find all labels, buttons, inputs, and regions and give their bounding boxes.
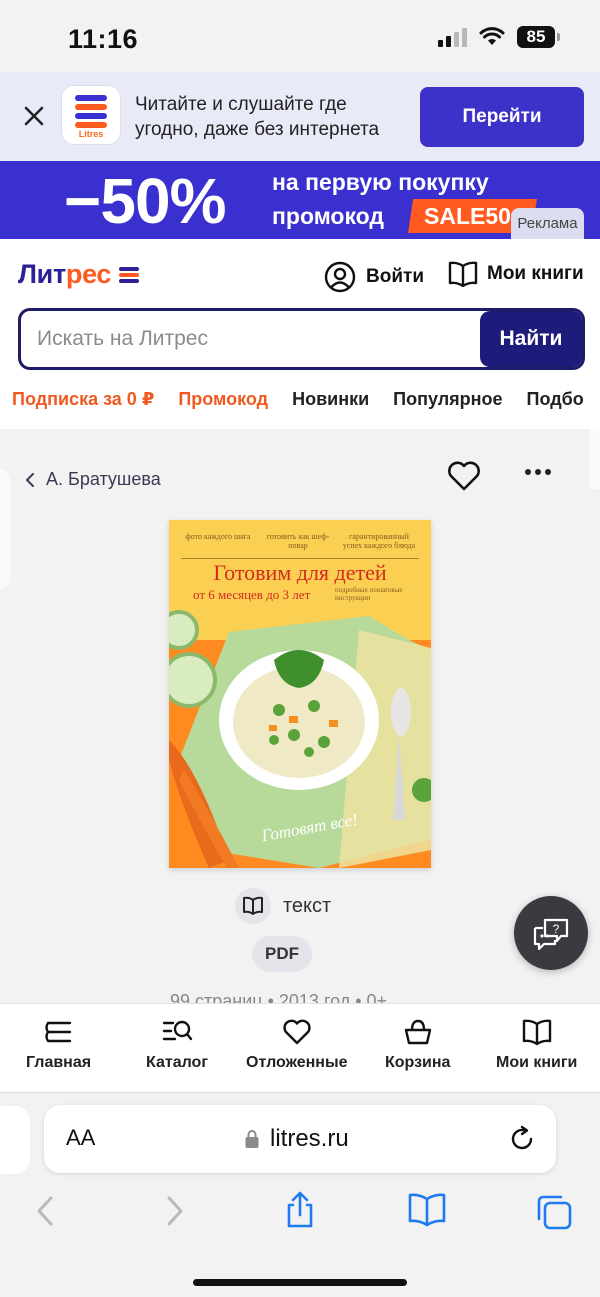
lock-icon [245,1130,259,1148]
reader-aa-button[interactable]: AA [66,1125,95,1151]
my-books-button[interactable]: Мои книги [448,261,584,287]
book-cover[interactable]: фото каждого шага готовить как шеф-повар… [169,520,431,868]
home-stack-icon [44,1021,71,1043]
heart-icon [283,1019,311,1045]
litres-app-logo: Litres [62,86,120,144]
chevron-left-icon [26,472,34,487]
litres-logo[interactable]: Литрес [18,259,140,290]
side-panel-edge [0,469,10,589]
battery-level: 85 [517,26,555,48]
promo-line2: промокод [272,203,385,229]
nav-new[interactable]: Новинки [292,389,369,410]
basket-icon [404,1019,431,1045]
reload-icon[interactable] [508,1125,536,1153]
tab-cart[interactable]: Корзина [385,1018,450,1072]
brand-name-part2: рес [65,259,112,289]
back-icon[interactable] [34,1193,56,1229]
nav-collections[interactable]: Подбо [527,389,584,410]
home-indicator [193,1279,407,1286]
tabs-icon[interactable] [535,1193,573,1231]
address-bar[interactable]: AA litres.ru [44,1105,556,1173]
close-icon[interactable] [20,102,48,130]
cellular-signal-icon [438,27,467,47]
tab-favorites-label: Отложенные [246,1054,348,1071]
banner-text: Читайте и слушайте где угодно, даже без … [135,94,380,140]
open-app-button[interactable]: Перейти [420,87,584,147]
tab-favorites[interactable]: Отложенные [246,1018,348,1072]
search-input[interactable] [37,311,477,367]
book-format-icon [235,888,271,924]
brand-mark-icon [119,265,140,285]
support-chat-button[interactable]: ? [514,896,588,970]
tab-catalog[interactable]: Каталог [146,1018,208,1072]
app-install-banner: Litres Читайте и слушайте где угодно, да… [0,72,600,161]
ad-label[interactable]: Реклама [511,208,584,239]
user-icon [324,261,356,293]
file-type-badge: PDF [252,936,312,972]
nav-subscription[interactable]: Подписка за 0 ₽ [12,389,154,410]
login-label: Войти [366,266,424,287]
author-breadcrumb[interactable]: А. Братушева [24,469,161,490]
promo-discount: −50% [64,165,226,237]
nav-promocode[interactable]: Промокод [178,389,268,410]
promo-banner[interactable]: −50% на первую покупку промокод SALE50 Р… [0,161,600,239]
bottom-tab-bar: Главная Каталог Отложенные Корзина Мои к… [0,1003,600,1092]
search-bar: Найти [18,308,585,370]
battery-icon: 85 [517,26,560,48]
author-name: А. Братушева [46,469,161,489]
catalog-search-icon [162,1020,193,1041]
url-display[interactable]: litres.ru [244,1125,349,1153]
app-logo-text: Litres [78,129,104,139]
open-book-icon [448,261,478,287]
status-bar: 11:16 85 [0,0,600,72]
more-options-icon[interactable] [525,469,551,475]
tab-home-label: Главная [26,1054,92,1071]
bookmarks-icon[interactable] [407,1193,447,1227]
tab-my-books[interactable]: Мои книги [496,1018,577,1072]
category-nav: Подписка за 0 ₽ Промокод Новинки Популяр… [12,389,584,410]
share-icon[interactable] [284,1191,316,1229]
heart-icon[interactable] [446,459,482,493]
url-text: litres.ru [270,1125,349,1152]
brand-name-part1: Лит [18,259,66,289]
svg-text:?: ? [553,922,560,936]
chat-help-icon: ? [533,918,569,951]
format-label: текст [283,894,332,917]
site-header: Литрес Войти Мои книги Найти Подписка за… [0,239,600,429]
wifi-icon [479,27,505,45]
status-time: 11:16 [68,24,139,54]
format-row: текст [235,888,331,924]
search-button[interactable]: Найти [480,311,582,367]
book-page: А. Братушева фото каждого шага готовить … [0,429,600,1003]
promo-line1: на первую покупку [272,169,489,195]
previous-tab-peek[interactable] [0,1106,30,1174]
tab-home[interactable]: Главная [26,1018,91,1072]
cover-illustration [169,610,431,868]
status-icons: 85 [438,26,560,48]
tab-my-books-label: Мои книги [496,1054,578,1071]
login-button[interactable]: Войти [324,261,424,293]
open-book-icon [522,1019,551,1046]
tab-catalog-label: Каталог [146,1054,208,1071]
nav-popular[interactable]: Популярное [393,389,502,410]
book-meta: 99 страниц • 2013 год • 0+ [170,991,388,1003]
side-panel-edge-right [590,429,600,489]
browser-toolbar: AA litres.ru [0,1092,600,1297]
forward-icon[interactable] [164,1193,186,1229]
my-books-label: Мои книги [487,263,584,284]
brand-name: Литрес [18,259,111,290]
tab-cart-label: Корзина [385,1054,451,1071]
